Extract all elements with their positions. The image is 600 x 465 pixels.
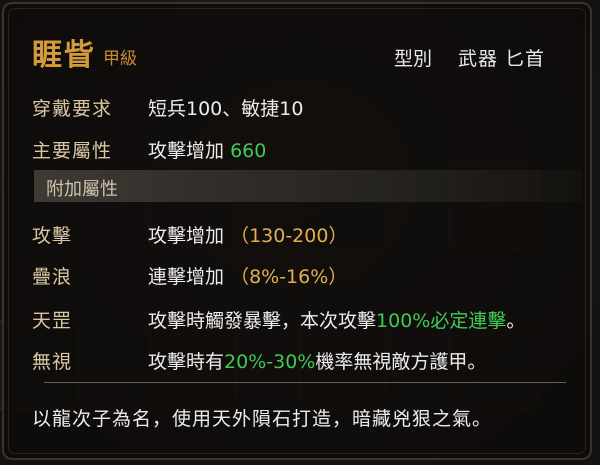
extra-attr-label-combo: 疊浪 — [32, 266, 73, 288]
extra-attr-text: 攻擊時觸發暴擊，本次攻擊 — [148, 310, 377, 332]
extra-attr-highlight: 100%必定連擊 — [376, 310, 507, 332]
extra-attr-range: （130-200） — [230, 225, 348, 247]
extra-attr-text: 攻擊時有 — [148, 351, 225, 373]
item-type-value: 武器 匕首 — [458, 48, 546, 70]
requirements-value: 短兵100、敏捷10 — [148, 98, 304, 120]
extra-attr-text: 攻擊增加 — [148, 225, 225, 247]
extra-attr-highlight: 20%-30% — [224, 351, 316, 373]
extra-attr-text: 連擊增加 — [148, 266, 225, 288]
lore-divider — [44, 382, 566, 383]
extra-attr-label-ignore: 無視 — [32, 351, 73, 373]
extra-attr-label-attack: 攻擊 — [32, 225, 73, 247]
main-attribute-label: 主要屬性 — [32, 140, 113, 162]
main-attribute-value: 攻擊增加 660 — [148, 136, 266, 163]
extra-attr-value-tiangang: 攻擊時觸發暴擊，本次攻擊100%必定連擊。 — [148, 306, 525, 333]
main-attribute-number: 660 — [230, 140, 267, 162]
extra-attr-suffix: 。 — [506, 310, 526, 332]
extra-attr-range: （8%-16%） — [230, 266, 348, 288]
extra-attr-label-tiangang: 天罡 — [32, 310, 73, 332]
item-type-label: 型別 — [394, 48, 433, 70]
main-attribute-text: 攻擊增加 — [148, 140, 225, 162]
extra-attributes-title: 附加屬性 — [46, 179, 118, 200]
item-name: 睚眥 — [32, 38, 96, 73]
item-lore: 以龍次子為名，使用天外隕石打造，暗藏兇狠之氣。 — [32, 408, 493, 430]
extra-attr-suffix: 機率無視敵方護甲。 — [315, 351, 487, 373]
extra-attr-value-combo: 連擊增加 （8%-16%） — [148, 262, 347, 289]
requirements-label: 穿戴要求 — [32, 98, 113, 120]
extra-attr-value-ignore: 攻擊時有20%-30%機率無視敵方護甲。 — [148, 347, 486, 374]
item-grade: 甲級 — [103, 49, 137, 69]
extra-attr-value-attack: 攻擊增加 （130-200） — [148, 221, 347, 248]
